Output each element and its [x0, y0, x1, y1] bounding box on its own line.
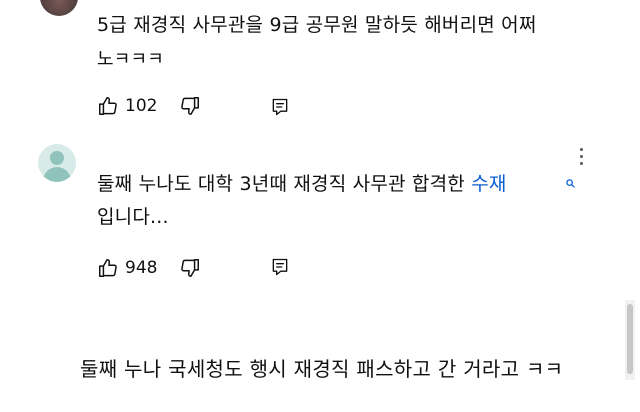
like-count: 948	[125, 258, 158, 278]
scrollbar-thumb[interactable]	[627, 304, 633, 374]
hashtag-link[interactable]: 수재	[471, 173, 506, 195]
thumbs-down-icon	[181, 97, 200, 115]
dislike-button[interactable]	[179, 257, 201, 279]
like-button[interactable]: 102	[97, 95, 157, 117]
comment-thread: 5급 재경직 사무관을 9급 공무원 말하듯 해버리면 어쩌 노ㅋㅋㅋ 102	[0, 0, 640, 412]
comment-text-prefix: 둘째 누나도 대학 3년때 재경직 사무관 합격한	[97, 173, 472, 195]
comment-text-line: 입니다...	[97, 206, 169, 228]
comment-text-line: 5급 재경직 사무관을 9급 공무원 말하듯 해버리면 어쩌	[97, 14, 537, 36]
like-button[interactable]: 948	[97, 257, 157, 279]
caption-text: 둘째 누나 국세청도 행시 재경직 패스하고 간 거라고 ㅋㅋ	[80, 357, 564, 381]
thumbs-up-icon	[99, 259, 117, 277]
search-icon	[566, 179, 575, 188]
reply-button[interactable]	[270, 257, 290, 277]
avatar[interactable]	[40, 0, 78, 16]
comment-text-line: 노ㅋㅋㅋ	[97, 49, 165, 70]
reply-comment-icon	[272, 258, 288, 276]
thumbs-down-icon	[181, 259, 200, 277]
reply-comment-icon	[272, 98, 288, 116]
comment-actions: 948	[97, 257, 201, 279]
like-count: 102	[125, 96, 158, 116]
avatar[interactable]	[38, 144, 76, 182]
reply-button[interactable]	[270, 97, 290, 117]
more-vert-icon[interactable]	[578, 148, 584, 168]
comment-actions: 102	[97, 95, 201, 117]
thumbs-up-icon	[99, 97, 117, 115]
dislike-button[interactable]	[179, 95, 201, 117]
